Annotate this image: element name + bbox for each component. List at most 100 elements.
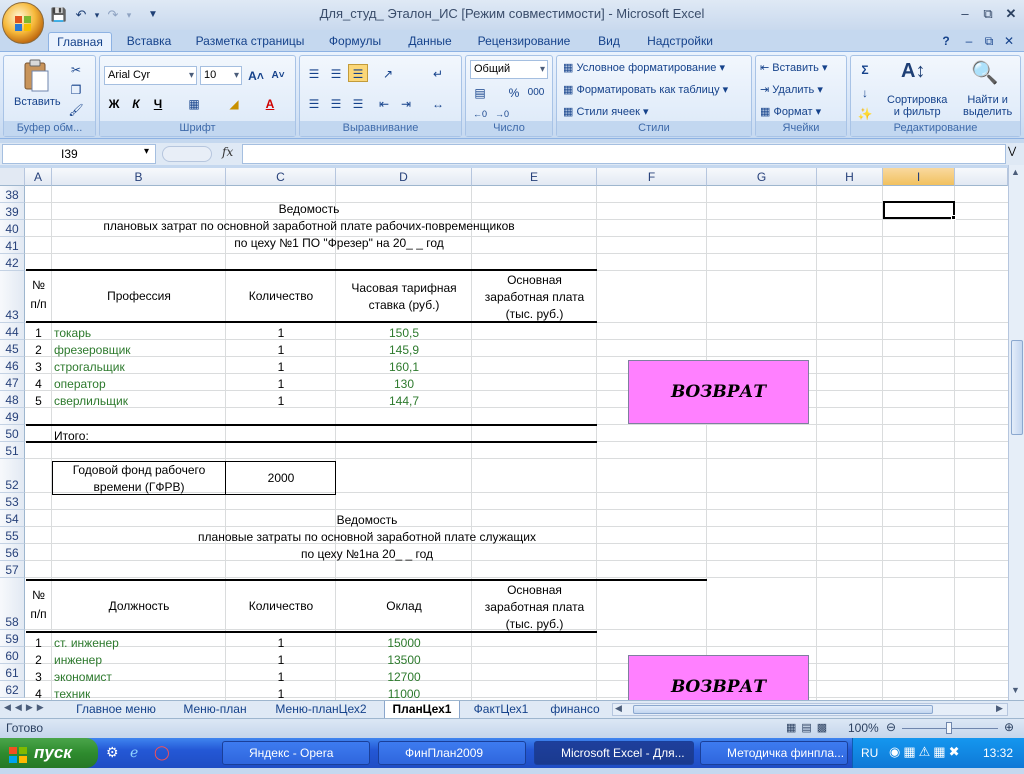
zoom-in-icon[interactable]: ⊕ <box>1004 720 1014 734</box>
tab-page-layout[interactable]: Разметка страницы <box>188 32 312 52</box>
align-top-icon[interactable]: ☰ <box>304 64 324 82</box>
row-header[interactable]: 58 <box>0 578 25 630</box>
row-header[interactable]: 54 <box>0 510 25 527</box>
insert-cells-button[interactable]: ⇤ Вставить ▾ <box>760 61 828 74</box>
tab-data[interactable]: Данные <box>398 32 462 52</box>
delete-cells-button[interactable]: ⇥ Удалить ▾ <box>760 83 823 96</box>
vertical-scrollbar[interactable]: ▲ ▼ <box>1008 165 1024 700</box>
orientation-icon[interactable]: ↗ <box>378 64 398 82</box>
row-header[interactable]: 60 <box>0 647 25 664</box>
bold-button[interactable]: Ж <box>104 94 124 112</box>
italic-button[interactable]: К <box>126 94 146 112</box>
sheet-tab-fakt-ceh1[interactable]: ФактЦех1 <box>464 701 538 718</box>
language-indicator[interactable]: RU <box>861 746 878 760</box>
zoom-out-icon[interactable]: ⊖ <box>886 720 896 734</box>
sheet-tab-menu-plan-ceh2[interactable]: Меню-планЦех2 <box>262 701 380 718</box>
row-header[interactable]: 39 <box>0 203 25 220</box>
row-header[interactable]: 41 <box>0 237 25 254</box>
align-left-icon[interactable]: ☰ <box>304 94 324 112</box>
quicklaunch-ie-icon[interactable]: ℯ <box>130 744 138 761</box>
paste-icon[interactable] <box>22 59 50 93</box>
formula-input[interactable] <box>242 144 1006 164</box>
sheet-tab-plan-ceh1[interactable]: ПланЦех1 <box>384 701 460 718</box>
help-icon[interactable]: ? <box>936 32 956 52</box>
selected-cell[interactable] <box>883 201 955 219</box>
name-box[interactable]: I39 <box>2 144 156 164</box>
row-header[interactable]: 49 <box>0 408 25 425</box>
autosum-icon[interactable]: Σ <box>855 60 875 78</box>
scroll-left-icon[interactable]: ◀ <box>615 703 622 714</box>
row-header[interactable]: 55 <box>0 527 25 544</box>
quicklaunch-explorer-icon[interactable]: ⚙ <box>106 744 119 761</box>
row-header[interactable]: 47 <box>0 374 25 391</box>
font-size-combo[interactable]: 10 <box>200 66 242 85</box>
task-excel[interactable]: Microsoft Excel - Для... <box>534 741 694 765</box>
paste-button[interactable]: Вставить <box>14 96 61 108</box>
scroll-up-icon[interactable]: ▲ <box>1011 167 1020 177</box>
row-header[interactable]: 43 <box>0 271 25 323</box>
horizontal-scroll-thumb[interactable] <box>633 705 933 714</box>
zoom-level[interactable]: 100% <box>848 721 879 735</box>
row-header[interactable]: 59 <box>0 630 25 647</box>
scroll-right-icon[interactable]: ▶ <box>996 703 1003 714</box>
col-header-h[interactable]: H <box>817 168 883 186</box>
tab-view[interactable]: Вид <box>588 32 630 52</box>
ribbon-minimize-icon[interactable]: – <box>960 32 978 52</box>
wrap-text-icon[interactable]: ↵ <box>428 64 448 82</box>
row-header[interactable]: 38 <box>0 186 25 203</box>
borders-icon[interactable]: ▦ <box>184 94 204 112</box>
number-format-combo[interactable]: Общий <box>470 60 548 79</box>
col-header-a[interactable]: A <box>25 168 52 186</box>
row-header[interactable]: 48 <box>0 391 25 408</box>
fill-color-icon[interactable]: ◢ <box>224 94 244 112</box>
col-header-g[interactable]: G <box>707 168 817 186</box>
horizontal-scrollbar[interactable]: ◀ ▶ <box>612 703 1008 716</box>
underline-button[interactable]: Ч <box>148 94 168 112</box>
grow-font-icon[interactable]: A˄ <box>246 66 266 84</box>
row-header[interactable]: 52 <box>0 459 25 493</box>
row-header[interactable]: 45 <box>0 340 25 357</box>
row-header[interactable]: 57 <box>0 561 25 578</box>
col-header-e[interactable]: E <box>472 168 597 186</box>
ribbon-restore-icon[interactable]: ⧉ <box>980 32 998 52</box>
vertical-scroll-thumb[interactable] <box>1011 340 1023 435</box>
fill-handle[interactable] <box>951 215 956 220</box>
row-header[interactable]: 44 <box>0 323 25 340</box>
col-header-b[interactable]: B <box>52 168 226 186</box>
find-select-button[interactable]: Найти и выделить <box>963 94 1012 118</box>
task-opera[interactable]: Яндекс - Opera <box>222 741 370 765</box>
align-center-icon[interactable]: ☰ <box>326 94 346 112</box>
tab-addins[interactable]: Надстройки <box>640 32 720 52</box>
clear-icon[interactable]: ✨ <box>855 104 875 122</box>
ribbon-close-icon[interactable]: ✕ <box>1000 32 1018 52</box>
increase-decimal-icon[interactable]: ←0 <box>470 104 490 122</box>
col-header-c[interactable]: C <box>226 168 336 186</box>
copy-icon[interactable]: ❐ <box>66 80 86 98</box>
percent-button[interactable]: % <box>504 83 524 101</box>
row-header[interactable]: 51 <box>0 442 25 459</box>
cell-styles-button[interactable]: ▦ Стили ячеек ▾ <box>563 105 649 118</box>
format-cells-button[interactable]: ▦ Формат ▾ <box>760 105 821 118</box>
tab-insert[interactable]: Вставка <box>118 32 180 52</box>
insert-function-icon[interactable]: fx <box>222 145 242 163</box>
row-header[interactable]: 46 <box>0 357 25 374</box>
font-color-icon[interactable]: A <box>260 94 280 112</box>
worksheet-grid[interactable]: A B C D E F G H I 38 39 40 41 42 43 44 45 46 47 48… <box>0 168 1008 700</box>
task-finplan[interactable]: ФинПлан2009 <box>378 741 526 765</box>
find-select-icon[interactable]: 🔍 <box>971 60 998 86</box>
name-box-dropdown-icon[interactable]: ▾ <box>144 146 149 157</box>
return-button[interactable]: ВОЗВРАТ <box>628 360 809 424</box>
sheet-nav-icons[interactable]: ◀◀▶▶ <box>4 702 48 713</box>
cut-icon[interactable]: ✂ <box>66 60 86 78</box>
row-header[interactable]: 53 <box>0 493 25 510</box>
sheet-tab-finance[interactable]: финансо <box>542 701 608 718</box>
increase-indent-icon[interactable]: ⇥ <box>396 94 416 112</box>
quicklaunch-opera-icon[interactable]: ◯ <box>154 744 170 761</box>
close-button[interactable]: ✕ <box>998 4 1024 24</box>
row-header[interactable]: 61 <box>0 664 25 681</box>
expand-formula-icon[interactable]: ⋁ <box>1008 146 1016 157</box>
office-button[interactable] <box>2 2 44 44</box>
thousands-button[interactable]: 000 <box>526 83 546 101</box>
sheet-tab-menu-plan[interactable]: Меню-план <box>172 701 258 718</box>
decrease-decimal-icon[interactable]: →0 <box>492 104 512 122</box>
